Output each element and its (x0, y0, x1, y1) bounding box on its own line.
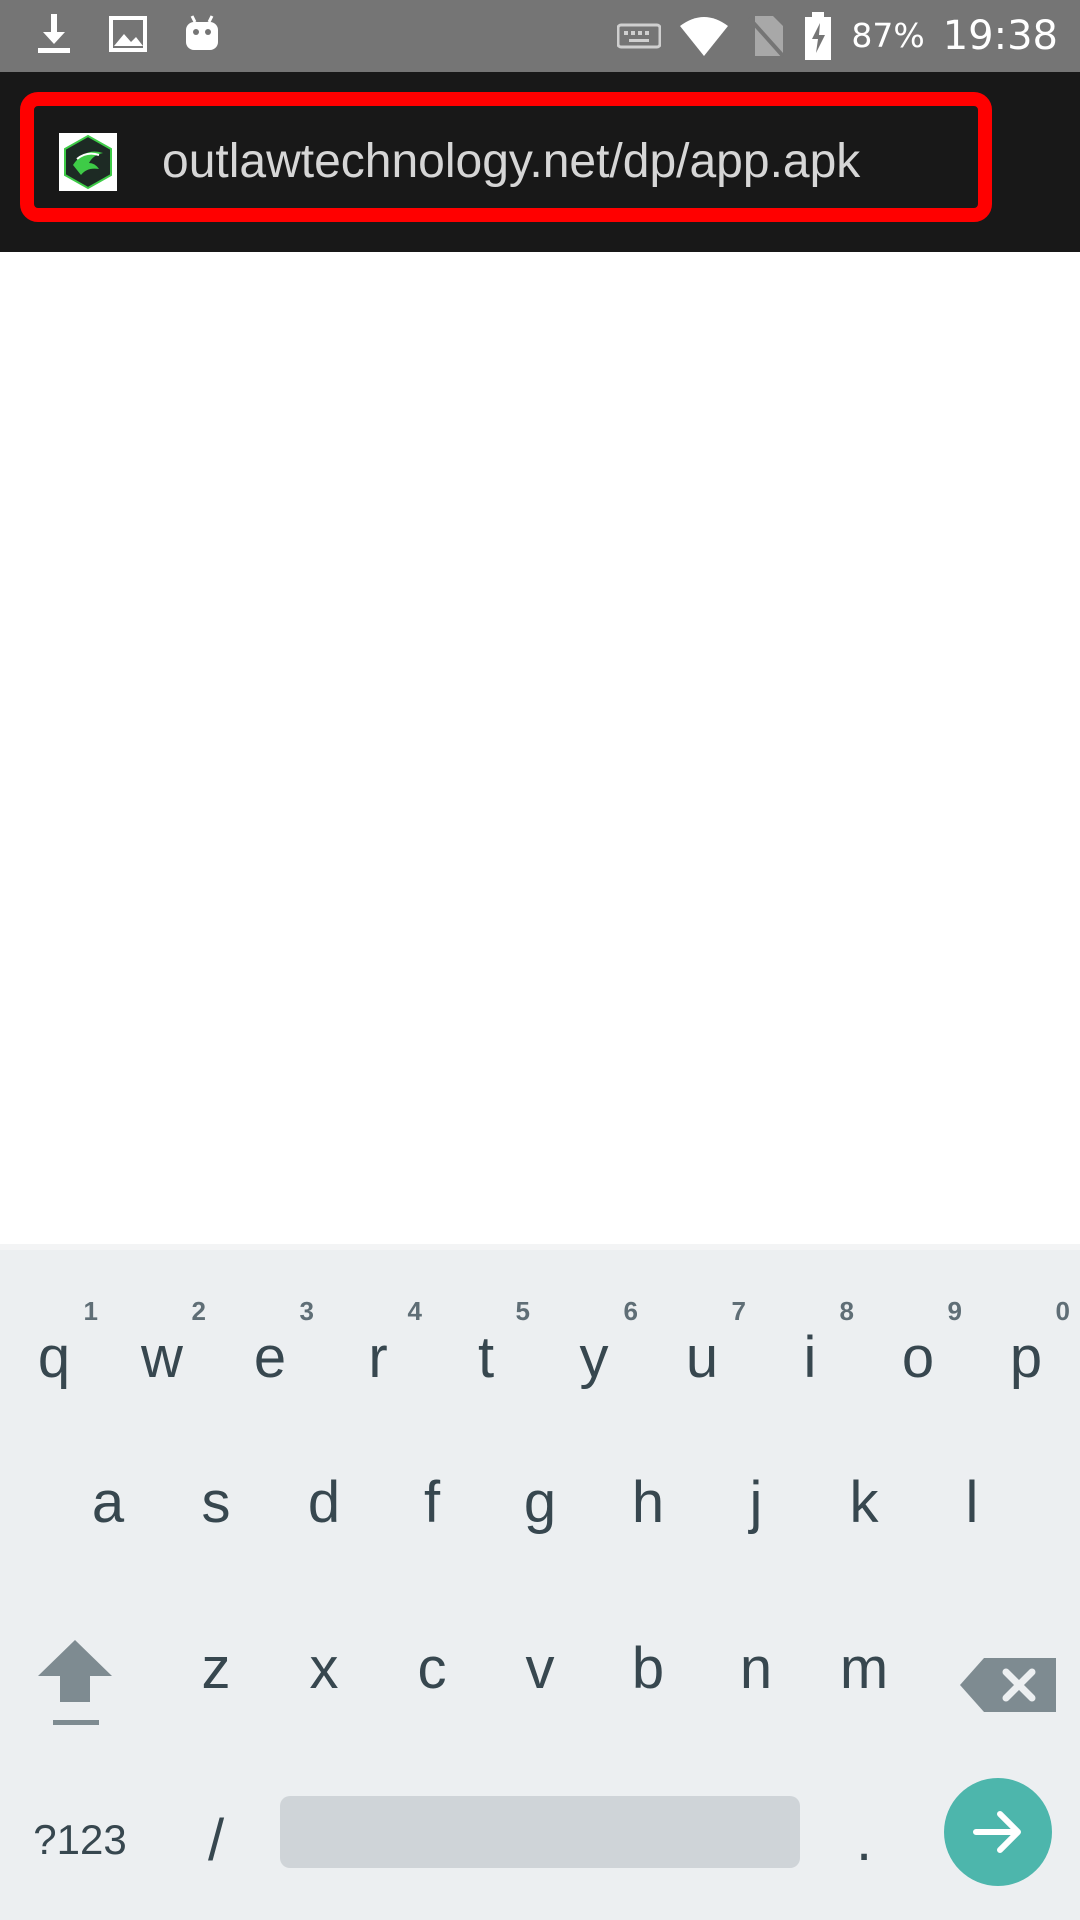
key-hint: 5 (515, 1296, 530, 1326)
backspace-key[interactable] (954, 1624, 1064, 1744)
key-c[interactable]: c (378, 1594, 486, 1744)
key-label: j (749, 1470, 763, 1535)
key-label: w (141, 1325, 183, 1390)
key-u[interactable]: 7u (648, 1266, 756, 1416)
key-hint: 8 (839, 1296, 854, 1326)
system-status: 87% 19:38 (617, 10, 1058, 62)
key-r[interactable]: 4r (324, 1266, 432, 1416)
android-icon (186, 15, 218, 50)
key-j[interactable]: j (702, 1428, 810, 1578)
period-key[interactable]: . (810, 1780, 918, 1900)
soft-keyboard: 1q 2w 3e 4r 5t 6y 7u 8i 9o 0p a s d f g … (0, 1244, 1080, 1920)
key-label: g (523, 1470, 557, 1535)
key-label: v (525, 1636, 555, 1701)
notification-icons (34, 12, 222, 56)
slash-key[interactable]: / (162, 1780, 270, 1900)
key-label: s (201, 1470, 231, 1535)
key-label: d (307, 1470, 341, 1535)
key-n[interactable]: n (702, 1594, 810, 1744)
outlaw-technology-favicon-icon (59, 133, 117, 191)
key-label: c (417, 1636, 447, 1701)
key-label: h (631, 1470, 665, 1535)
key-l[interactable]: l (918, 1428, 1026, 1578)
key-label: l (965, 1470, 979, 1535)
download-icon (38, 14, 70, 53)
key-k[interactable]: k (810, 1428, 918, 1578)
key-w[interactable]: 2w (108, 1266, 216, 1416)
key-x[interactable]: x (270, 1594, 378, 1744)
key-label: t (477, 1325, 495, 1390)
key-label: z (201, 1636, 231, 1701)
status-bar: 87% 19:38 (0, 0, 1080, 72)
battery-charging-icon (805, 12, 832, 60)
key-label: r (368, 1325, 388, 1390)
key-o[interactable]: 9o (864, 1266, 972, 1416)
key-hint: 4 (407, 1296, 422, 1326)
clock: 19:38 (942, 13, 1058, 59)
key-s[interactable]: s (162, 1428, 270, 1578)
space-bar[interactable] (280, 1796, 800, 1868)
key-hint: 0 (1055, 1296, 1070, 1326)
key-hint: 2 (191, 1296, 206, 1326)
no-sim-icon (747, 16, 785, 58)
key-hint: 7 (731, 1296, 746, 1326)
web-content (0, 252, 1080, 1244)
key-label: m (839, 1636, 889, 1701)
go-button[interactable] (944, 1778, 1052, 1886)
key-label: n (739, 1636, 773, 1701)
key-label: i (803, 1325, 817, 1390)
key-p[interactable]: 0p (972, 1266, 1080, 1416)
key-y[interactable]: 6y (540, 1266, 648, 1416)
key-t[interactable]: 5t (432, 1266, 540, 1416)
key-f[interactable]: f (378, 1428, 486, 1578)
site-favicon (59, 133, 117, 191)
key-label: e (253, 1325, 287, 1390)
key-label: x (309, 1636, 339, 1701)
shift-key[interactable] (20, 1624, 130, 1744)
key-label: k (849, 1470, 879, 1535)
key-e[interactable]: 3e (216, 1266, 324, 1416)
key-hint: 9 (947, 1296, 962, 1326)
key-label: y (579, 1325, 609, 1390)
battery-percent: 87% (851, 16, 925, 55)
symbols-key[interactable]: ?123 (10, 1780, 150, 1900)
keyboard-icon (617, 23, 662, 49)
key-i[interactable]: 8i (756, 1266, 864, 1416)
key-hint: 1 (83, 1296, 98, 1326)
key-v[interactable]: v (486, 1594, 594, 1744)
key-label: q (37, 1325, 71, 1390)
arrow-right-icon (973, 1811, 1021, 1853)
image-icon (109, 16, 147, 52)
key-label: a (91, 1470, 125, 1535)
key-d[interactable]: d (270, 1428, 378, 1578)
key-q[interactable]: 1q (0, 1266, 108, 1416)
key-label: u (685, 1325, 719, 1390)
key-label: p (1009, 1325, 1043, 1390)
key-g[interactable]: g (486, 1428, 594, 1578)
key-label: o (901, 1325, 935, 1390)
wifi-icon (680, 17, 729, 56)
key-h[interactable]: h (594, 1428, 702, 1578)
backspace-icon (960, 1658, 1056, 1712)
key-b[interactable]: b (594, 1594, 702, 1744)
key-hint: 3 (299, 1296, 314, 1326)
key-label: b (631, 1636, 665, 1701)
shift-arrow-icon (38, 1640, 112, 1725)
url-field[interactable]: outlawtechnology.net/dp/app.apk (162, 132, 860, 192)
key-label: f (423, 1470, 441, 1535)
key-a[interactable]: a (54, 1428, 162, 1578)
key-hint: 6 (623, 1296, 638, 1326)
key-m[interactable]: m (810, 1594, 918, 1744)
key-z[interactable]: z (162, 1594, 270, 1744)
browser-toolbar: outlawtechnology.net/dp/app.apk (0, 72, 1080, 252)
